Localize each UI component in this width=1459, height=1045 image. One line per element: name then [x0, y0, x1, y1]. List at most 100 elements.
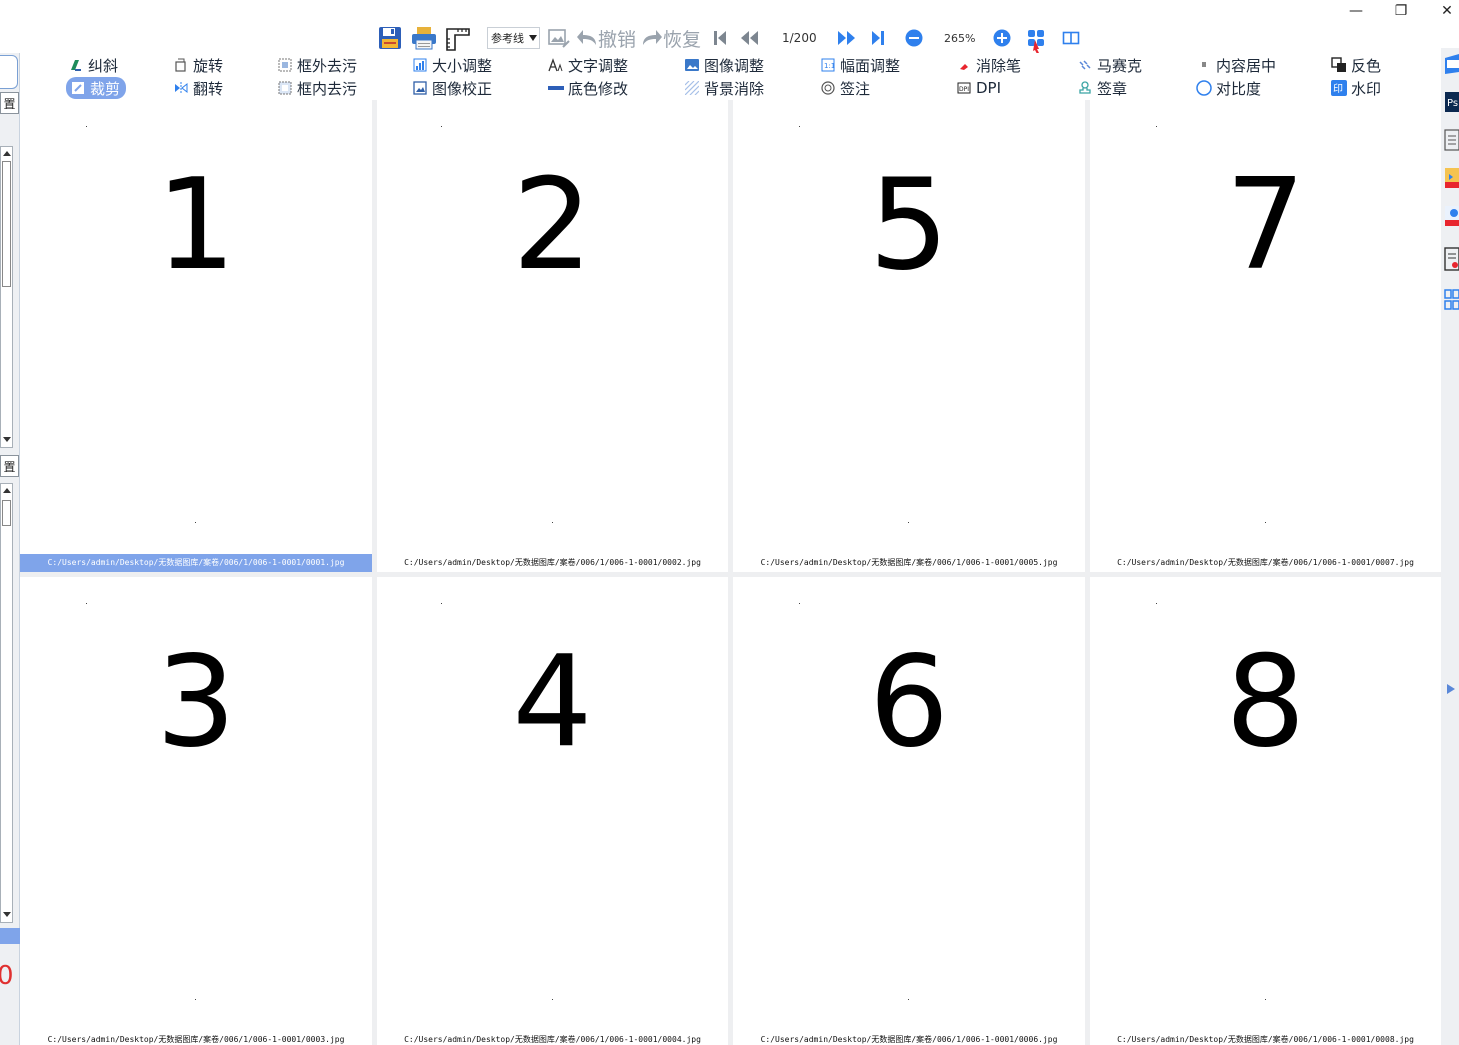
stamp-button[interactable]: 签章	[1077, 77, 1127, 99]
page-thumbnail-2[interactable]: 2 C:/Users/admin/Desktop/无数据图库/案卷/006/1/…	[377, 100, 728, 572]
page-file-path: C:/Users/admin/Desktop/无数据图库/案卷/006/1/00…	[404, 1035, 701, 1044]
crop-icon	[70, 80, 86, 96]
flip-button[interactable]: 翻转	[173, 77, 223, 99]
text-adjust-button[interactable]: 文字调整	[548, 54, 628, 76]
contrast-button[interactable]: 对比度	[1196, 77, 1261, 99]
save-button[interactable]	[378, 24, 402, 52]
image-correct-label: 图像校正	[432, 79, 493, 98]
scroll-up-icon[interactable]	[3, 151, 11, 156]
printer-icon	[412, 27, 436, 50]
page-number: 6	[868, 628, 950, 775]
left-scrollbar-2[interactable]	[0, 483, 13, 923]
report-icon[interactable]	[1443, 246, 1459, 272]
minus-circle-icon	[905, 29, 923, 47]
image-correct-button[interactable]: 图像校正	[412, 77, 492, 99]
main-toolbar: 参考线 撤销 恢复 1/200 265%	[0, 24, 1459, 52]
image-adjust-button[interactable]: 图像调整	[684, 54, 764, 76]
stamp-icon	[1077, 80, 1093, 96]
invert-color-icon	[1331, 57, 1347, 73]
folder-blue-icon[interactable]	[1443, 52, 1459, 78]
svg-text:1:1: 1:1	[824, 62, 835, 70]
crop-button[interactable]: 裁剪	[66, 77, 127, 99]
center-content-label: 内容居中	[1216, 56, 1277, 75]
document-list-icon[interactable]	[1443, 128, 1459, 154]
annotation-button[interactable]: 签注	[820, 77, 870, 99]
page-thumbnail-7[interactable]: 7 C:/Users/admin/Desktop/无数据图库/案卷/006/1/…	[1090, 100, 1441, 572]
rotate-button[interactable]: 旋转	[173, 54, 223, 76]
page-thumbnail-6[interactable]: 6 C:/Users/admin/Desktop/无数据图库/案卷/006/1/…	[733, 577, 1085, 1045]
previous-page-button[interactable]	[738, 24, 760, 52]
mosaic-label: 马赛克	[1097, 56, 1143, 75]
page-number: 8	[1225, 628, 1306, 775]
scroll-down-icon[interactable]	[3, 912, 11, 917]
photoshop-icon[interactable]: Ps	[1443, 90, 1459, 116]
page-thumbnail-3[interactable]: 3 C:/Users/admin/Desktop/无数据图库/案卷/006/1/…	[20, 577, 372, 1045]
deskew-button[interactable]: 纠斜	[68, 54, 118, 76]
skip-first-icon	[714, 31, 726, 45]
ruler-button[interactable]	[445, 24, 471, 52]
left-panel-tab-2[interactable]: 置	[0, 455, 19, 477]
page-file-path: C:/Users/admin/Desktop/无数据图库/案卷/006/1/00…	[1117, 558, 1414, 567]
crop-label: 裁剪	[90, 79, 121, 98]
minimize-button[interactable]: —	[1341, 2, 1371, 20]
page-thumbnail-5[interactable]: 5 C:/Users/admin/Desktop/无数据图库/案卷/006/1/…	[733, 100, 1085, 572]
background-color-button[interactable]: 底色修改	[548, 77, 628, 99]
resize-icon	[412, 57, 428, 73]
svg-text:Ps: Ps	[1447, 98, 1458, 109]
left-scrollbar-1[interactable]	[0, 146, 13, 448]
invert-color-button[interactable]: 反色	[1331, 54, 1381, 76]
reference-line-select[interactable]: 参考线	[487, 27, 540, 49]
scroll-thumb[interactable]	[2, 161, 11, 287]
watermark-button[interactable]: 印 水印	[1331, 77, 1381, 99]
dpi-button[interactable]: DPI DPI	[956, 77, 1001, 99]
page-number: 7	[1225, 151, 1306, 298]
flip-label: 翻转	[193, 79, 224, 98]
next-page-button[interactable]	[836, 24, 858, 52]
background-remove-button[interactable]: 背景消除	[684, 77, 764, 99]
center-content-button[interactable]: 内容居中	[1196, 54, 1276, 76]
page-thumbnail-1[interactable]: 1 C:/Users/admin/Desktop/无数据图库/案卷/006/1/…	[20, 100, 372, 572]
import-pdf-icon[interactable]	[1443, 204, 1459, 230]
rotate-label: 旋转	[193, 56, 224, 75]
inner-clean-icon	[277, 80, 293, 96]
contrast-icon	[1196, 80, 1212, 96]
expand-right-icon[interactable]	[1443, 676, 1459, 702]
split-view-button[interactable]	[1062, 24, 1080, 52]
undo-button[interactable]: 撤销	[576, 24, 636, 52]
left-panel-tab-1[interactable]: 置	[0, 92, 19, 114]
print-button[interactable]	[411, 24, 437, 52]
deskew-label: 纠斜	[88, 56, 119, 75]
zoom-out-button[interactable]	[905, 24, 923, 52]
eraser-label: 消除笔	[976, 56, 1022, 75]
redo-button[interactable]: 恢复	[641, 24, 701, 52]
zoom-in-button[interactable]	[993, 24, 1011, 52]
first-page-button[interactable]	[712, 24, 728, 52]
left-panel-selection[interactable]	[0, 928, 20, 944]
scroll-thumb[interactable]	[2, 500, 11, 526]
outer-clean-button[interactable]: 框外去污	[277, 54, 357, 76]
eraser-button[interactable]: 消除笔	[956, 54, 1021, 76]
inner-clean-button[interactable]: 框内去污	[277, 77, 357, 99]
page-thumbnail-4[interactable]: 4 C:/Users/admin/Desktop/无数据图库/案卷/006/1/…	[377, 577, 728, 1045]
grid-layout-icon[interactable]	[1443, 288, 1459, 314]
scroll-down-icon[interactable]	[3, 437, 11, 442]
last-page-button[interactable]	[870, 24, 886, 52]
page-size-adjust-button[interactable]: 1:1 幅面调整	[820, 54, 900, 76]
mosaic-button[interactable]: 马赛克	[1077, 54, 1142, 76]
page-file-path: C:/Users/admin/Desktop/无数据图库/案卷/006/1/00…	[47, 1035, 345, 1044]
resize-button[interactable]: 大小调整	[412, 54, 492, 76]
background-color-label: 底色修改	[568, 79, 629, 98]
page-file-path: C:/Users/admin/Desktop/无数据图库/案卷/006/1/00…	[404, 558, 701, 567]
skip-last-icon	[872, 31, 884, 45]
left-search-input[interactable]	[0, 55, 18, 89]
close-button[interactable]: ✕	[1432, 2, 1459, 20]
page-thumbnail-8[interactable]: 8 C:/Users/admin/Desktop/无数据图库/案卷/006/1/…	[1090, 577, 1441, 1045]
page-size-adjust-label: 幅面调整	[840, 56, 901, 75]
deskew-icon	[68, 57, 84, 73]
scroll-up-icon[interactable]	[3, 488, 11, 493]
image-edit-button[interactable]	[548, 24, 570, 52]
annotation-icon	[820, 80, 836, 96]
restore-button[interactable]: ❐	[1386, 2, 1416, 20]
export-pdf-icon[interactable]	[1443, 166, 1459, 192]
page-number: 4	[512, 628, 593, 775]
